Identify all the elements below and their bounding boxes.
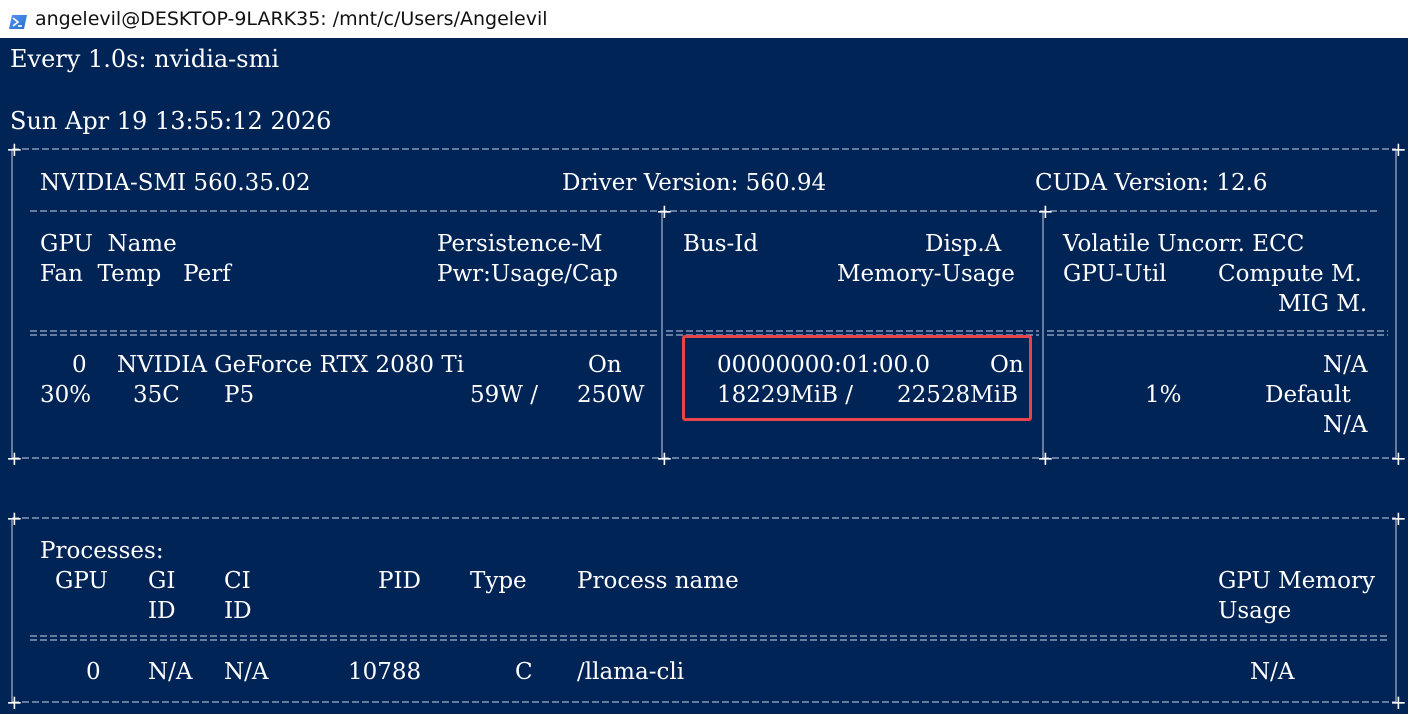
proc-col-mem-usage: Usage <box>1218 598 1292 624</box>
timestamp: Sun Apr 19 13:55:12 2026 <box>10 107 332 135</box>
gpu-perf: P5 <box>224 382 255 408</box>
gpu-volatile-ecc: N/A <box>1323 352 1368 378</box>
window-titlebar[interactable]: angelevil@DESKTOP-9LARK35: /mnt/c/Users/… <box>0 0 1408 38</box>
gpu-mig-mode: N/A <box>1323 412 1368 438</box>
border-corner: + <box>6 690 23 714</box>
border-corner: + <box>1390 690 1407 714</box>
border-corner: + <box>656 446 673 470</box>
border-corner: + <box>6 446 23 470</box>
proc-col-gi-id: ID <box>148 598 176 624</box>
border-corner: + <box>1390 446 1407 470</box>
border-corner: + <box>1037 199 1054 223</box>
processes-title: Processes: <box>40 538 164 564</box>
proc-col-mem: GPU Memory <box>1218 568 1375 594</box>
col-gpu-name: GPU Name <box>40 231 177 257</box>
proc-col-gi: GI <box>148 568 176 594</box>
border-corner: + <box>1390 506 1407 530</box>
memory-usage-highlight <box>682 335 1032 421</box>
proc-col-pid: PID <box>378 568 422 594</box>
col-pwr-usage: Pwr:Usage/Cap <box>437 261 618 287</box>
proc-row-type: C <box>515 659 533 685</box>
col-volatile-ecc: Volatile Uncorr. ECC <box>1063 231 1305 257</box>
border-corner: + <box>1390 137 1407 161</box>
smi-version: NVIDIA-SMI 560.35.02 <box>40 170 311 196</box>
col-gpu-util: GPU-Util <box>1063 261 1167 287</box>
gpu-util: 1% <box>1145 382 1182 408</box>
gpu-compute-mode: Default <box>1265 382 1351 408</box>
window-title: angelevil@DESKTOP-9LARK35: /mnt/c/Users/… <box>35 8 548 30</box>
col-disp-a: Disp.A <box>925 231 1002 257</box>
border-corner: + <box>1037 446 1054 470</box>
gpu-fan: 30% <box>40 382 92 408</box>
proc-col-gpu: GPU <box>55 568 108 594</box>
col-mig-mode: MIG M. <box>1278 291 1368 317</box>
gpu-temp: 35C <box>133 382 180 408</box>
proc-row-mem: N/A <box>1250 659 1295 685</box>
gpu-power-cap: 250W <box>577 382 645 408</box>
proc-row-pid: 10788 <box>348 659 422 685</box>
border-corner: + <box>6 506 23 530</box>
border-corner: + <box>6 137 23 161</box>
col-compute-mode: Compute M. <box>1218 261 1362 287</box>
powershell-icon <box>9 12 27 29</box>
gpu-power-usage: 59W / <box>470 382 538 408</box>
gpu-model-name: NVIDIA GeForce RTX 2080 Ti <box>117 352 465 378</box>
proc-row-name: /llama-cli <box>577 659 685 685</box>
proc-row-ci: N/A <box>224 659 269 685</box>
proc-col-type: Type <box>470 568 527 594</box>
proc-col-ci-id: ID <box>224 598 252 624</box>
terminal-pane[interactable]: + + + + + + + + + + + + Every 1.0s: nvidia-smi Sun … <box>0 38 1408 714</box>
col-bus-id: Bus-Id <box>683 231 759 257</box>
driver-version: Driver Version: 560.94 <box>562 170 827 196</box>
proc-row-gi: N/A <box>148 659 193 685</box>
proc-col-name: Process name <box>577 568 739 594</box>
col-memory-usage: Memory-Usage <box>837 261 1015 287</box>
border-corner: + <box>656 199 673 223</box>
gpu-persistence: On <box>588 352 622 378</box>
proc-col-ci: CI <box>224 568 251 594</box>
col-fan-temp-perf: Fan Temp Perf <box>40 261 231 287</box>
col-persistence: Persistence-M <box>437 231 603 257</box>
cuda-version: CUDA Version: 12.6 <box>1035 170 1268 196</box>
watch-header: Every 1.0s: nvidia-smi <box>10 45 280 73</box>
gpu-index: 0 <box>72 352 87 378</box>
proc-row-gpu: 0 <box>86 659 101 685</box>
